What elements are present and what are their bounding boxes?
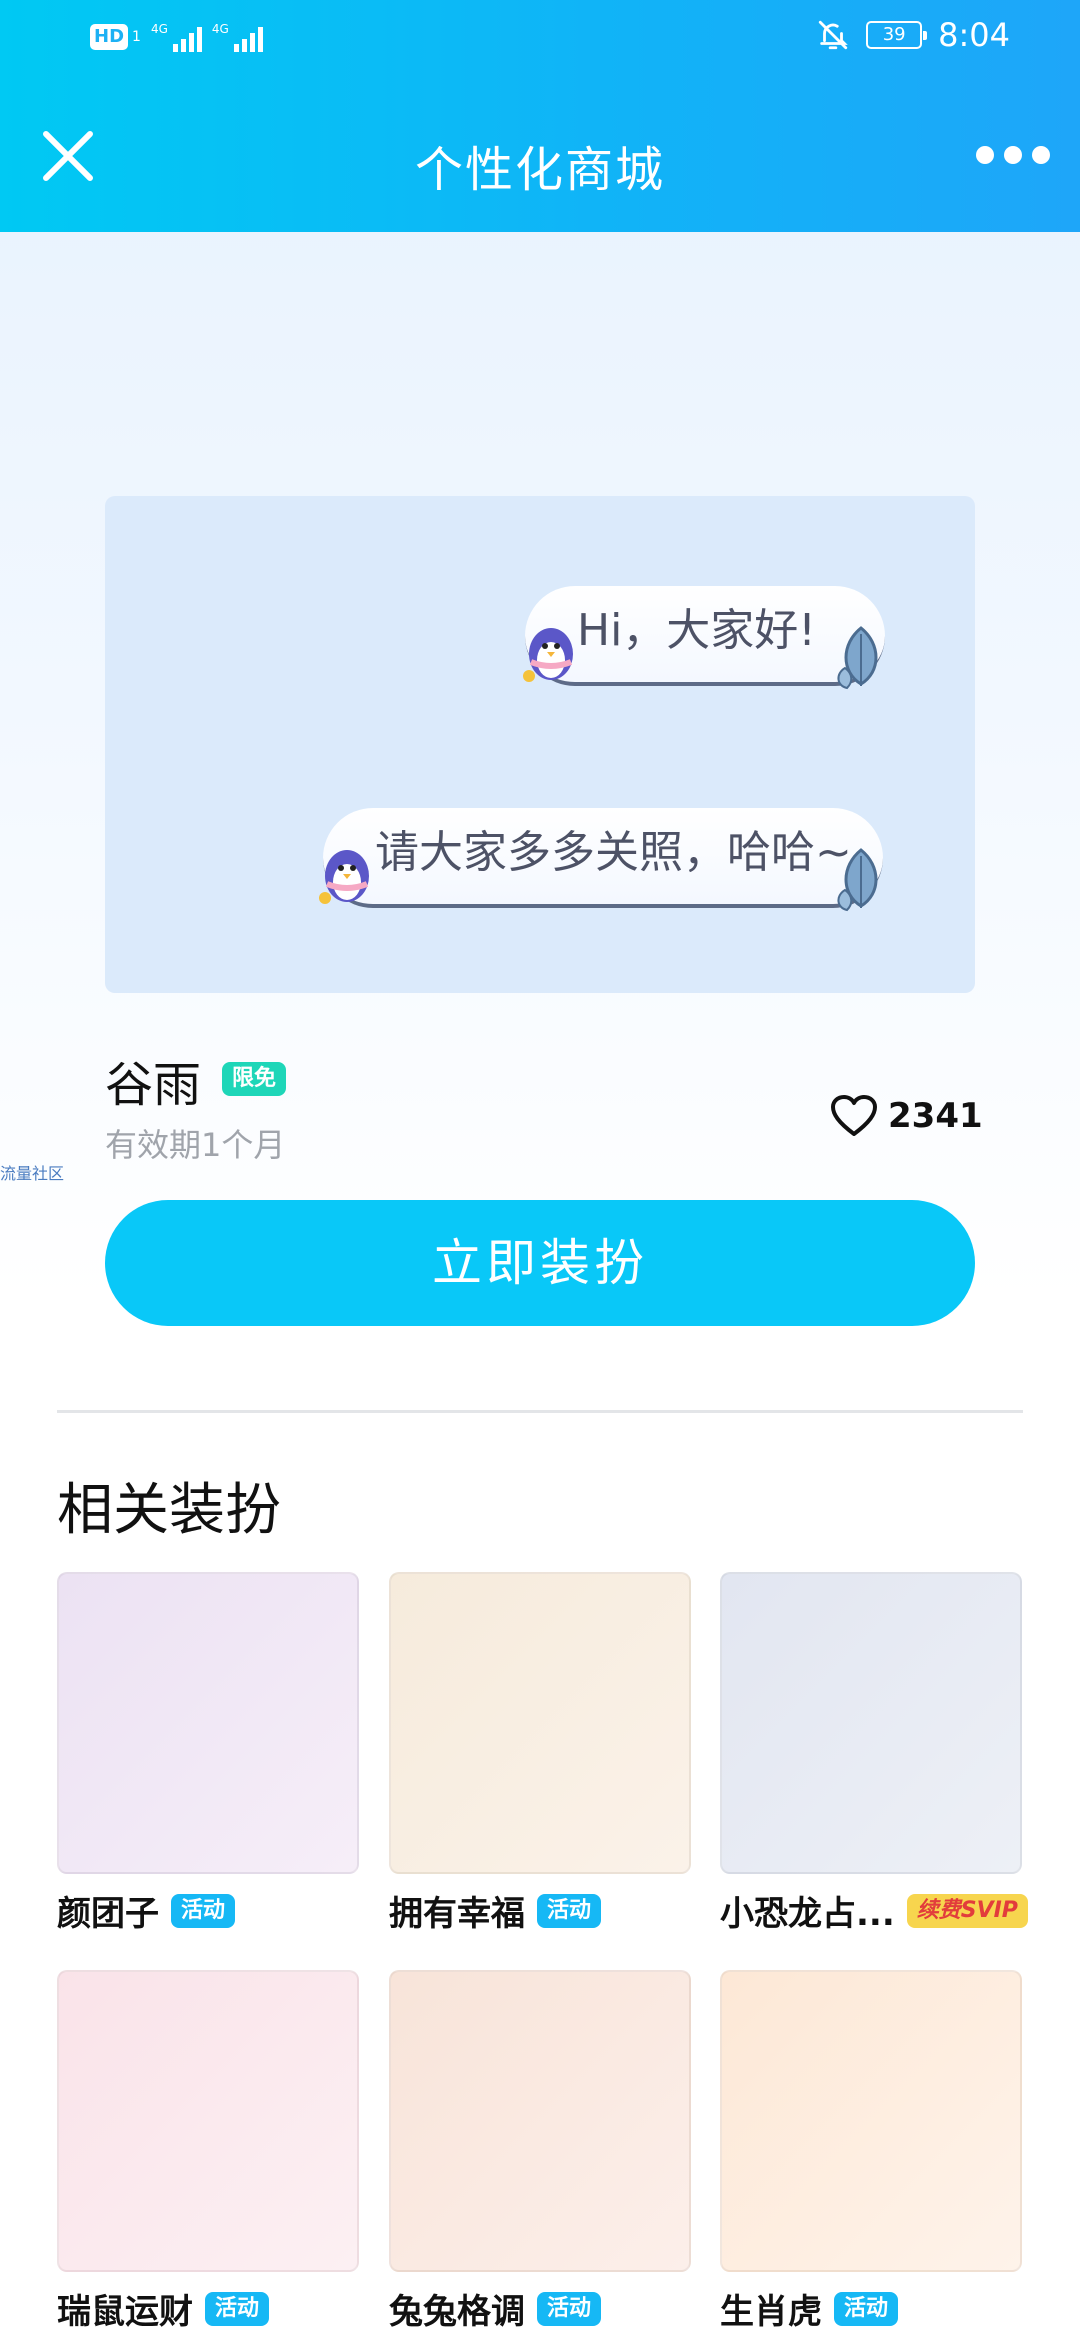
related-card[interactable]: 瑞鼠运财 活动 xyxy=(57,1970,359,2333)
apply-button[interactable]: 立即装扮 xyxy=(105,1200,975,1326)
card-name: 生肖虎 xyxy=(720,2292,822,2332)
card-thumbnail[interactable] xyxy=(389,1572,691,1874)
activity-badge: 活动 xyxy=(205,2291,270,2326)
related-card[interactable]: 颜团子 活动 xyxy=(57,1572,359,1935)
card-name: 颜团子 xyxy=(57,1894,159,1934)
card-name: 兔兔格调 xyxy=(389,2292,525,2332)
svip-badge: 续费SVIP xyxy=(906,1893,1028,1928)
section-title: 相关装扮 xyxy=(57,1478,281,1543)
related-card[interactable]: 拥有幸福 活动 xyxy=(389,1572,691,1935)
activity-badge: 活动 xyxy=(537,2291,602,2326)
like-button[interactable]: 2341 xyxy=(830,1094,983,1138)
header: HD 1 4G 4G 39 8:04 个性化商城 xyxy=(0,0,1080,232)
bubble-preview: Hi，大家好! 请大家多多关照，哈哈~ xyxy=(105,496,975,993)
watermark: 流量社区 xyxy=(0,1164,65,1183)
status-bar: HD 1 4G 4G 39 8:04 xyxy=(0,0,1080,80)
signal-icon: 4G xyxy=(151,22,202,52)
card-name: 小恐龙占... xyxy=(720,1894,895,1934)
nav-bar: 个性化商城 xyxy=(0,80,1080,232)
like-count: 2341 xyxy=(888,1096,983,1136)
divider xyxy=(57,1410,1023,1413)
page-title: 个性化商城 xyxy=(414,142,665,198)
leaf-icon xyxy=(837,848,878,912)
validity-text: 有效期1个月 xyxy=(105,1126,286,1164)
signal-group: HD 1 4G 4G xyxy=(90,22,263,52)
card-name: 瑞鼠运财 xyxy=(57,2292,193,2332)
card-thumbnail[interactable] xyxy=(389,1970,691,2272)
penguin-icon xyxy=(319,850,369,904)
penguin-icon xyxy=(523,628,573,682)
status-right: 39 8:04 xyxy=(816,16,1010,54)
bell-off-icon xyxy=(818,20,848,50)
card-thumbnail[interactable] xyxy=(57,1572,359,1874)
more-icon[interactable] xyxy=(976,140,1052,170)
related-card[interactable]: 生肖虎 活动 xyxy=(720,1970,1022,2333)
hd-badge: HD xyxy=(90,24,129,50)
activity-badge: 活动 xyxy=(171,1893,236,1928)
activity-badge: 活动 xyxy=(834,2291,899,2326)
activity-badge: 活动 xyxy=(537,1893,602,1928)
battery-icon: 39 xyxy=(866,21,928,49)
card-name: 拥有幸福 xyxy=(389,1894,525,1934)
related-card[interactable]: 小恐龙占... 续费SVIP xyxy=(720,1572,1028,1935)
sim-label: 1 xyxy=(132,29,141,45)
related-card[interactable]: 兔兔格调 活动 xyxy=(389,1970,691,2333)
card-thumbnail[interactable] xyxy=(720,1572,1022,1874)
heart-icon[interactable] xyxy=(830,1094,878,1138)
leaf-icon xyxy=(837,626,878,690)
bubble-text: Hi，大家好! xyxy=(577,605,816,656)
free-badge: 限免 xyxy=(222,1062,287,1096)
card-thumbnail[interactable] xyxy=(57,1970,359,2272)
item-name: 谷雨 xyxy=(105,1057,202,1113)
bubble-text: 请大家多多关照，哈哈~ xyxy=(375,827,852,878)
card-thumbnail[interactable] xyxy=(720,1970,1022,2272)
chat-bubble-2: 请大家多多关照，哈哈~ xyxy=(323,808,883,908)
signal-icon: 4G xyxy=(212,22,263,52)
clock: 8:04 xyxy=(938,16,1010,54)
